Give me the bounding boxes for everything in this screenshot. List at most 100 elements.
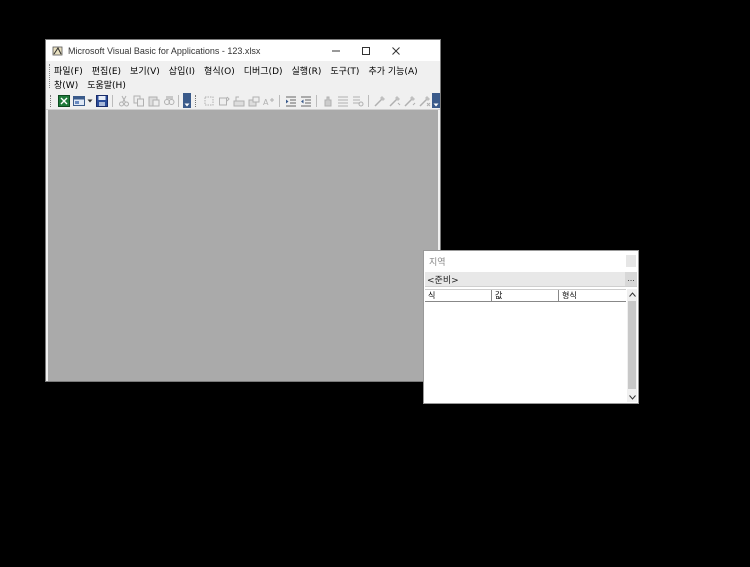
menu-row-1: 파일(F) 편집(E) 보기(V) 삽입(I) 형식(O) 디버그(D) 실행(…: [54, 63, 427, 77]
locals-scrollbar[interactable]: [627, 289, 637, 402]
maximize-button[interactable]: [351, 40, 381, 61]
indent-button[interactable]: [284, 94, 297, 107]
desktop: Microsoft Visual Basic for Applications …: [0, 0, 750, 567]
locals-context-label: <준비>: [427, 276, 459, 286]
menu-row-2: 창(W) 도움말(H): [54, 77, 135, 91]
title-bar[interactable]: Microsoft Visual Basic for Applications …: [46, 40, 440, 61]
menu-addins[interactable]: 추가 기능(A): [368, 64, 417, 77]
uncomment-block-button[interactable]: [351, 94, 364, 107]
run-button[interactable]: [232, 94, 245, 107]
uncomment-block-icon: [352, 96, 363, 106]
column-value[interactable]: 값: [492, 290, 559, 301]
toolbar-separator: [279, 94, 280, 107]
bookmark-prev-button[interactable]: [403, 94, 416, 107]
close-icon: [392, 46, 400, 55]
indent-icon: [285, 96, 296, 106]
insert-userform-button[interactable]: [72, 94, 85, 107]
locals-title-bar[interactable]: 지역: [424, 251, 638, 271]
scroll-thumb[interactable]: [628, 301, 636, 389]
find-icon: [163, 95, 174, 105]
menu-insert[interactable]: 삽입(I): [169, 64, 195, 77]
find-button[interactable]: [162, 94, 175, 107]
redo-icon: [218, 96, 230, 105]
toolbar-separator: [112, 94, 113, 107]
menu-format[interactable]: 형식(O): [204, 64, 235, 77]
toolbar-separator: [316, 94, 317, 107]
standard-toolbar: A: [46, 92, 440, 110]
outdent-icon: [300, 96, 311, 106]
locals-close-button[interactable]: [626, 255, 636, 267]
chevron-down-icon: [87, 99, 93, 102]
run-icon: [233, 96, 244, 106]
chevron-down-icon: [433, 103, 439, 107]
close-button[interactable]: [381, 40, 411, 61]
bookmark-prev-icon: [403, 95, 415, 107]
insert-dropdown-button[interactable]: [87, 94, 93, 107]
menu-run[interactable]: 실행(R): [292, 64, 322, 77]
excel-view-icon: [57, 94, 70, 107]
hand-icon: [324, 96, 331, 106]
paste-button[interactable]: [147, 94, 160, 107]
menu-tools[interactable]: 도구(T): [330, 64, 359, 77]
scroll-up-button[interactable]: [627, 289, 637, 299]
maximize-icon: [362, 46, 370, 55]
bookmark-icon: [373, 95, 385, 107]
vba-editor-window: Microsoft Visual Basic for Applications …: [45, 39, 441, 382]
menu-help[interactable]: 도움말(H): [87, 78, 126, 91]
call-stack-button[interactable]: ...: [625, 272, 637, 286]
reset-button[interactable]: A: [262, 94, 275, 107]
chevron-down-icon: [184, 103, 190, 107]
cut-icon: [118, 95, 129, 106]
break-icon: [248, 96, 259, 106]
chevron-up-icon: [628, 291, 636, 297]
svg-text:A: A: [263, 98, 269, 107]
undo-button[interactable]: [202, 94, 215, 107]
cut-button[interactable]: [117, 94, 130, 107]
bookmark-clear-button[interactable]: [418, 94, 431, 107]
insert-userform-icon: [72, 95, 85, 106]
locals-window: 지역 <준비> ... 식 값 형식: [423, 250, 639, 404]
undo-icon: [204, 96, 213, 105]
menu-debug[interactable]: 디버그(D): [244, 64, 283, 77]
locals-context-bar: <준비> ...: [425, 272, 637, 287]
minimize-button[interactable]: [321, 40, 351, 61]
scroll-down-button[interactable]: [627, 392, 637, 402]
font-size-icon: A: [263, 97, 274, 107]
code-workspace[interactable]: [48, 110, 438, 381]
toolbar-overflow-button-2[interactable]: [432, 93, 440, 108]
outdent-button[interactable]: [299, 94, 312, 107]
chevron-down-icon: [628, 394, 636, 400]
bookmark-next-button[interactable]: [388, 94, 401, 107]
toolbar-grip-2[interactable]: [195, 94, 198, 107]
toolbar-grip[interactable]: [50, 94, 53, 107]
comment-block-button[interactable]: [336, 94, 349, 107]
toolbar-overflow-button[interactable]: [183, 93, 191, 108]
copy-button[interactable]: [132, 94, 145, 107]
minimize-icon: [332, 50, 340, 51]
window-title: Microsoft Visual Basic for Applications …: [68, 45, 261, 56]
column-expression[interactable]: 식: [425, 290, 492, 301]
menu-window[interactable]: 창(W): [54, 78, 78, 91]
vba-app-icon: [52, 45, 64, 57]
menu-view[interactable]: 보기(V): [130, 64, 160, 77]
paste-icon: [148, 96, 159, 106]
locals-title: 지역: [429, 258, 446, 268]
column-type[interactable]: 형식: [559, 290, 626, 301]
toggle-breakpoint-button[interactable]: [321, 94, 334, 107]
excel-view-button[interactable]: [57, 94, 70, 107]
toolbar-separator: [178, 94, 179, 107]
menu-file[interactable]: 파일(F): [54, 64, 83, 77]
redo-button[interactable]: [217, 94, 230, 107]
save-button[interactable]: [95, 94, 108, 107]
menu-bar: 파일(F) 편집(E) 보기(V) 삽입(I) 형식(O) 디버그(D) 실행(…: [46, 61, 440, 91]
menu-grip[interactable]: [49, 64, 52, 88]
locals-list[interactable]: [425, 302, 626, 402]
bookmark-toggle-button[interactable]: [373, 94, 386, 107]
copy-icon: [133, 95, 144, 106]
bookmark-clear-icon: [418, 95, 430, 107]
break-button[interactable]: [247, 94, 260, 107]
menu-edit[interactable]: 편집(E): [92, 64, 121, 77]
toolbar-separator: [368, 94, 369, 107]
save-icon: [95, 94, 108, 107]
comment-block-icon: [337, 96, 348, 106]
